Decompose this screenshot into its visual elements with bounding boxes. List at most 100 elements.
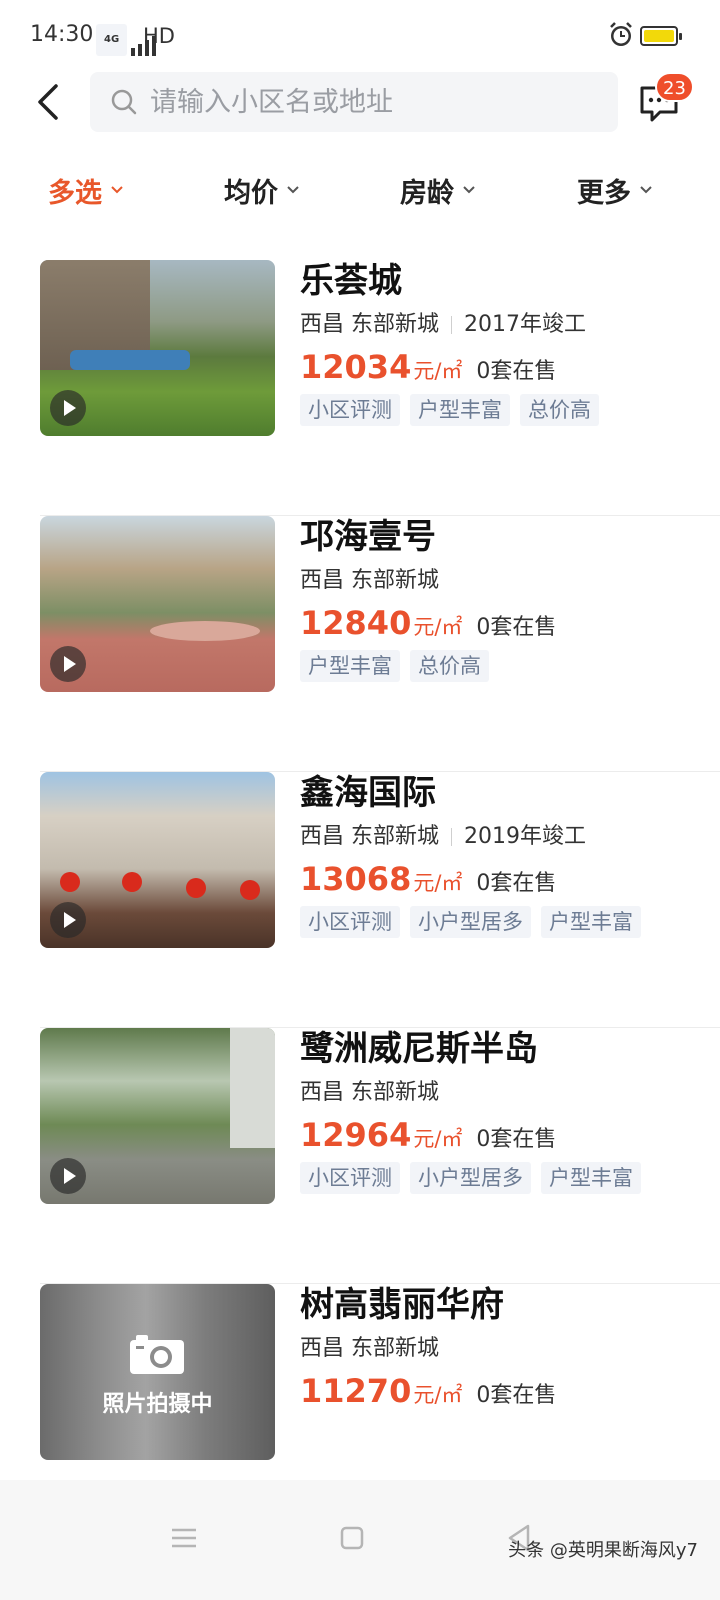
battery-level <box>644 30 674 42</box>
on-sale-count: 0套在售 <box>476 359 557 384</box>
on-sale-count: 0套在售 <box>476 1127 557 1152</box>
status-time: 14:30 <box>30 22 94 47</box>
community-name: 鹭洲威尼斯半岛 <box>300 1029 538 1069</box>
search-icon <box>111 89 137 115</box>
play-video-icon[interactable] <box>50 1158 86 1194</box>
tag: 户型丰富 <box>541 1162 641 1194</box>
location-text: 西昌 东部新城 <box>300 568 439 593</box>
price-unit: 元/㎡ <box>413 871 463 895</box>
tag: 户型丰富 <box>541 906 641 938</box>
price-unit: 元/㎡ <box>413 1127 463 1151</box>
community-location: 西昌 东部新城 <box>300 1334 720 1364</box>
watermark: 头条 @英明果断海风y7 <box>508 1540 698 1561</box>
location-text: 西昌 东部新城 <box>300 824 439 849</box>
filter-label: 均价 <box>224 177 278 209</box>
chevron-down-icon <box>287 186 299 194</box>
on-sale-count: 0套在售 <box>476 871 557 896</box>
price-row: 12034 元/㎡ 0套在售 <box>300 348 720 388</box>
filter-more[interactable]: 更多 <box>577 160 653 220</box>
community-photo[interactable] <box>40 1028 275 1204</box>
camera-icon <box>130 1335 184 1374</box>
play-video-icon[interactable] <box>50 902 86 938</box>
search-input[interactable] <box>150 72 590 132</box>
building-shape <box>230 1028 275 1148</box>
tag: 总价高 <box>520 394 599 426</box>
community-location: 西昌 东部新城 <box>300 566 720 596</box>
message-badge: 23 <box>655 72 694 102</box>
avg-price: 12840 <box>300 604 412 642</box>
divider <box>451 316 452 334</box>
plaza-circle <box>150 621 260 641</box>
lantern-shape <box>60 872 80 892</box>
list-item[interactable]: 乐荟城 西昌 东部新城 2017年竣工 12034 元/㎡ 0套在售 小区评测 … <box>40 260 720 516</box>
play-video-icon[interactable] <box>50 390 86 426</box>
community-info: 树高翡丽华府 西昌 东部新城 11270 元/㎡ 0套在售 <box>300 1284 720 1412</box>
tag: 总价高 <box>410 650 489 682</box>
avg-price: 13068 <box>300 860 412 898</box>
community-name: 树高翡丽华府 <box>300 1285 504 1325</box>
list-item[interactable]: 鹭洲威尼斯半岛 西昌 东部新城 12964 元/㎡ 0套在售 小区评测 小户型居… <box>40 1028 720 1284</box>
tag-list: 小区评测 户型丰富 总价高 <box>300 394 720 426</box>
list-item[interactable]: 鑫海国际 西昌 东部新城 2019年竣工 13068 元/㎡ 0套在售 小区评测… <box>40 772 720 1028</box>
filter-multi-select[interactable]: 多选 <box>48 160 124 220</box>
filter-avg-price[interactable]: 均价 <box>224 160 300 220</box>
tag: 小区评测 <box>300 906 400 938</box>
on-sale-count: 0套在售 <box>476 1383 557 1408</box>
location-text: 西昌 东部新城 <box>300 1080 439 1105</box>
community-location: 西昌 东部新城 <box>300 1078 720 1108</box>
tag: 户型丰富 <box>300 650 400 682</box>
tag: 户型丰富 <box>410 394 510 426</box>
tag: 小户型居多 <box>410 1162 531 1194</box>
lantern-shape <box>122 872 142 892</box>
menu-icon[interactable] <box>164 1518 204 1558</box>
filter-bar: 多选 均价 房龄 更多 <box>0 160 720 220</box>
completion-year: 2017年竣工 <box>464 312 586 337</box>
community-location: 西昌 东部新城 2017年竣工 <box>300 310 720 340</box>
filter-label: 多选 <box>48 177 102 209</box>
tag: 小区评测 <box>300 394 400 426</box>
filter-label: 更多 <box>577 177 631 209</box>
community-photo[interactable] <box>40 260 275 436</box>
header: 23 <box>0 70 720 135</box>
photo-pending-label: 照片拍摄中 <box>102 1392 213 1417</box>
home-icon[interactable] <box>332 1518 372 1558</box>
on-sale-count: 0套在售 <box>476 615 557 640</box>
community-photo-placeholder[interactable]: 照片拍摄中 <box>40 1284 275 1460</box>
list-item[interactable]: 邛海壹号 西昌 东部新城 12840 元/㎡ 0套在售 户型丰富 总价高 <box>40 516 720 772</box>
divider <box>451 828 452 846</box>
chevron-down-icon <box>463 186 475 194</box>
price-row: 11270 元/㎡ 0套在售 <box>300 1372 720 1412</box>
filter-label: 房龄 <box>400 177 454 209</box>
community-location: 西昌 东部新城 2019年竣工 <box>300 822 720 852</box>
filter-building-age[interactable]: 房龄 <box>400 160 476 220</box>
tag-list: 小区评测 小户型居多 户型丰富 <box>300 906 720 938</box>
price-row: 13068 元/㎡ 0套在售 <box>300 860 720 900</box>
community-name: 邛海壹号 <box>300 517 436 557</box>
price-unit: 元/㎡ <box>413 615 463 639</box>
system-nav-bar: 头条 @英明果断海风y7 <box>0 1480 720 1600</box>
price-row: 12840 元/㎡ 0套在售 <box>300 604 720 644</box>
back-icon[interactable] <box>30 80 70 125</box>
avg-price: 11270 <box>300 1372 412 1410</box>
location-text: 西昌 东部新城 <box>300 1336 439 1361</box>
community-name: 鑫海国际 <box>300 773 436 813</box>
community-photo[interactable] <box>40 516 275 692</box>
alarm-icon <box>610 22 632 46</box>
community-info: 鹭洲威尼斯半岛 西昌 东部新城 12964 元/㎡ 0套在售 小区评测 小户型居… <box>300 1028 720 1194</box>
search-box[interactable] <box>90 72 618 132</box>
tag-list: 户型丰富 总价高 <box>300 650 720 682</box>
battery-icon <box>640 26 682 46</box>
tag: 小区评测 <box>300 1162 400 1194</box>
price-unit: 元/㎡ <box>413 359 463 383</box>
tag: 小户型居多 <box>410 906 531 938</box>
chevron-down-icon <box>111 186 123 194</box>
status-bar: 14:30 4G HD <box>0 0 720 70</box>
play-video-icon[interactable] <box>50 646 86 682</box>
price-unit: 元/㎡ <box>413 1383 463 1407</box>
avg-price: 12034 <box>300 348 412 386</box>
playground-shape <box>70 350 190 370</box>
completion-year: 2019年竣工 <box>464 824 586 849</box>
community-photo[interactable] <box>40 772 275 948</box>
community-info: 鑫海国际 西昌 东部新城 2019年竣工 13068 元/㎡ 0套在售 小区评测… <box>300 772 720 938</box>
tag-list: 小区评测 小户型居多 户型丰富 <box>300 1162 720 1194</box>
